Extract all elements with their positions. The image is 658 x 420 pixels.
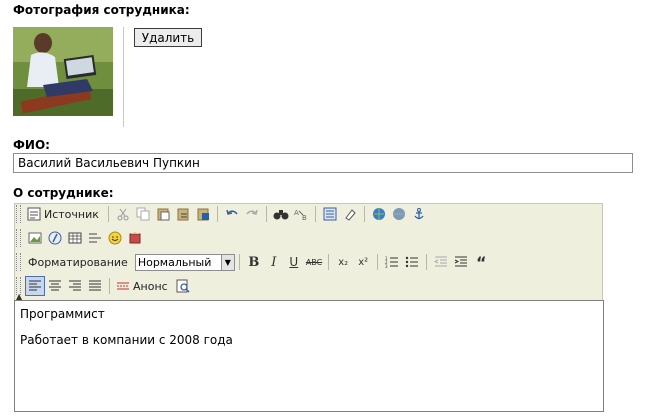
format-label: Форматирование <box>28 255 128 269</box>
underline-icon[interactable]: U <box>284 252 304 272</box>
announce-label: Анонс <box>133 279 168 293</box>
image-icon[interactable] <box>25 228 45 248</box>
fio-input[interactable] <box>13 153 633 173</box>
photo-divider <box>123 27 124 127</box>
paste-icon[interactable] <box>153 204 173 224</box>
flash-icon[interactable] <box>45 228 65 248</box>
svg-text:3: 3 <box>385 264 388 269</box>
svg-text:A: A <box>294 209 299 217</box>
toolbar-row-4: Анонс <box>16 275 193 297</box>
announce-button[interactable]: Анонс <box>114 276 173 296</box>
editor-paragraph: Работает в компании с 2008 года <box>20 333 233 347</box>
table-icon[interactable] <box>65 228 85 248</box>
horizontal-rule-icon[interactable] <box>85 228 105 248</box>
delete-photo-button[interactable]: Удалить <box>134 28 202 47</box>
replace-icon[interactable]: AB <box>291 204 311 224</box>
toolbar-row-1: Источник AB <box>16 203 429 225</box>
paste-text-icon[interactable] <box>173 204 193 224</box>
anchor-icon[interactable] <box>409 204 429 224</box>
italic-icon[interactable]: I <box>264 252 284 272</box>
copy-icon[interactable] <box>133 204 153 224</box>
source-button[interactable]: Источник <box>25 204 104 224</box>
unlink-icon[interactable] <box>389 204 409 224</box>
remove-format-icon[interactable] <box>340 204 360 224</box>
subscript-icon[interactable]: x₂ <box>333 252 353 272</box>
format-value: Нормальный <box>137 255 212 269</box>
align-left-icon[interactable] <box>25 276 45 296</box>
link-icon[interactable] <box>369 204 389 224</box>
employee-photo <box>13 27 113 116</box>
rich-text-editor[interactable]: Программист Работает в компании с 2008 г… <box>14 300 604 412</box>
numbered-list-icon[interactable]: 123 <box>382 252 402 272</box>
source-icon <box>27 207 41 221</box>
superscript-icon[interactable]: x² <box>353 252 373 272</box>
align-right-icon[interactable] <box>65 276 85 296</box>
bulleted-list-icon[interactable] <box>402 252 422 272</box>
format-select[interactable]: Нормальный ▼ <box>134 253 235 271</box>
cut-icon[interactable] <box>113 204 133 224</box>
editor-paragraph: Программист <box>20 307 105 321</box>
smiley-icon[interactable] <box>105 228 125 248</box>
undo-icon[interactable] <box>222 204 242 224</box>
source-label: Источник <box>44 207 99 221</box>
align-justify-icon[interactable] <box>85 276 105 296</box>
toolbar-grip <box>16 229 21 247</box>
chevron-down-icon: ▼ <box>220 254 234 270</box>
fio-label: ФИО: <box>13 138 50 152</box>
find-icon[interactable] <box>271 204 291 224</box>
align-center-icon[interactable] <box>45 276 65 296</box>
toolbar-grip <box>16 205 21 223</box>
paste-word-icon[interactable] <box>193 204 213 224</box>
preview-icon[interactable] <box>173 276 193 296</box>
toolbar-row-3: Форматирование Нормальный ▼ B I U ABC x₂… <box>16 251 491 273</box>
photo-label: Фотография сотрудника: <box>13 3 190 17</box>
indent-icon[interactable] <box>451 252 471 272</box>
strike-icon[interactable]: ABC <box>304 252 324 272</box>
toolbar-row-2 <box>16 227 145 249</box>
blockquote-icon[interactable]: “ <box>471 252 491 272</box>
bold-icon[interactable]: B <box>244 252 264 272</box>
redo-icon[interactable] <box>242 204 262 224</box>
about-label: О сотруднике: <box>13 186 114 200</box>
page-break-icon <box>116 279 130 293</box>
select-all-icon[interactable] <box>320 204 340 224</box>
special-char-icon[interactable] <box>125 228 145 248</box>
toolbar-grip <box>16 253 21 271</box>
outdent-icon[interactable] <box>431 252 451 272</box>
